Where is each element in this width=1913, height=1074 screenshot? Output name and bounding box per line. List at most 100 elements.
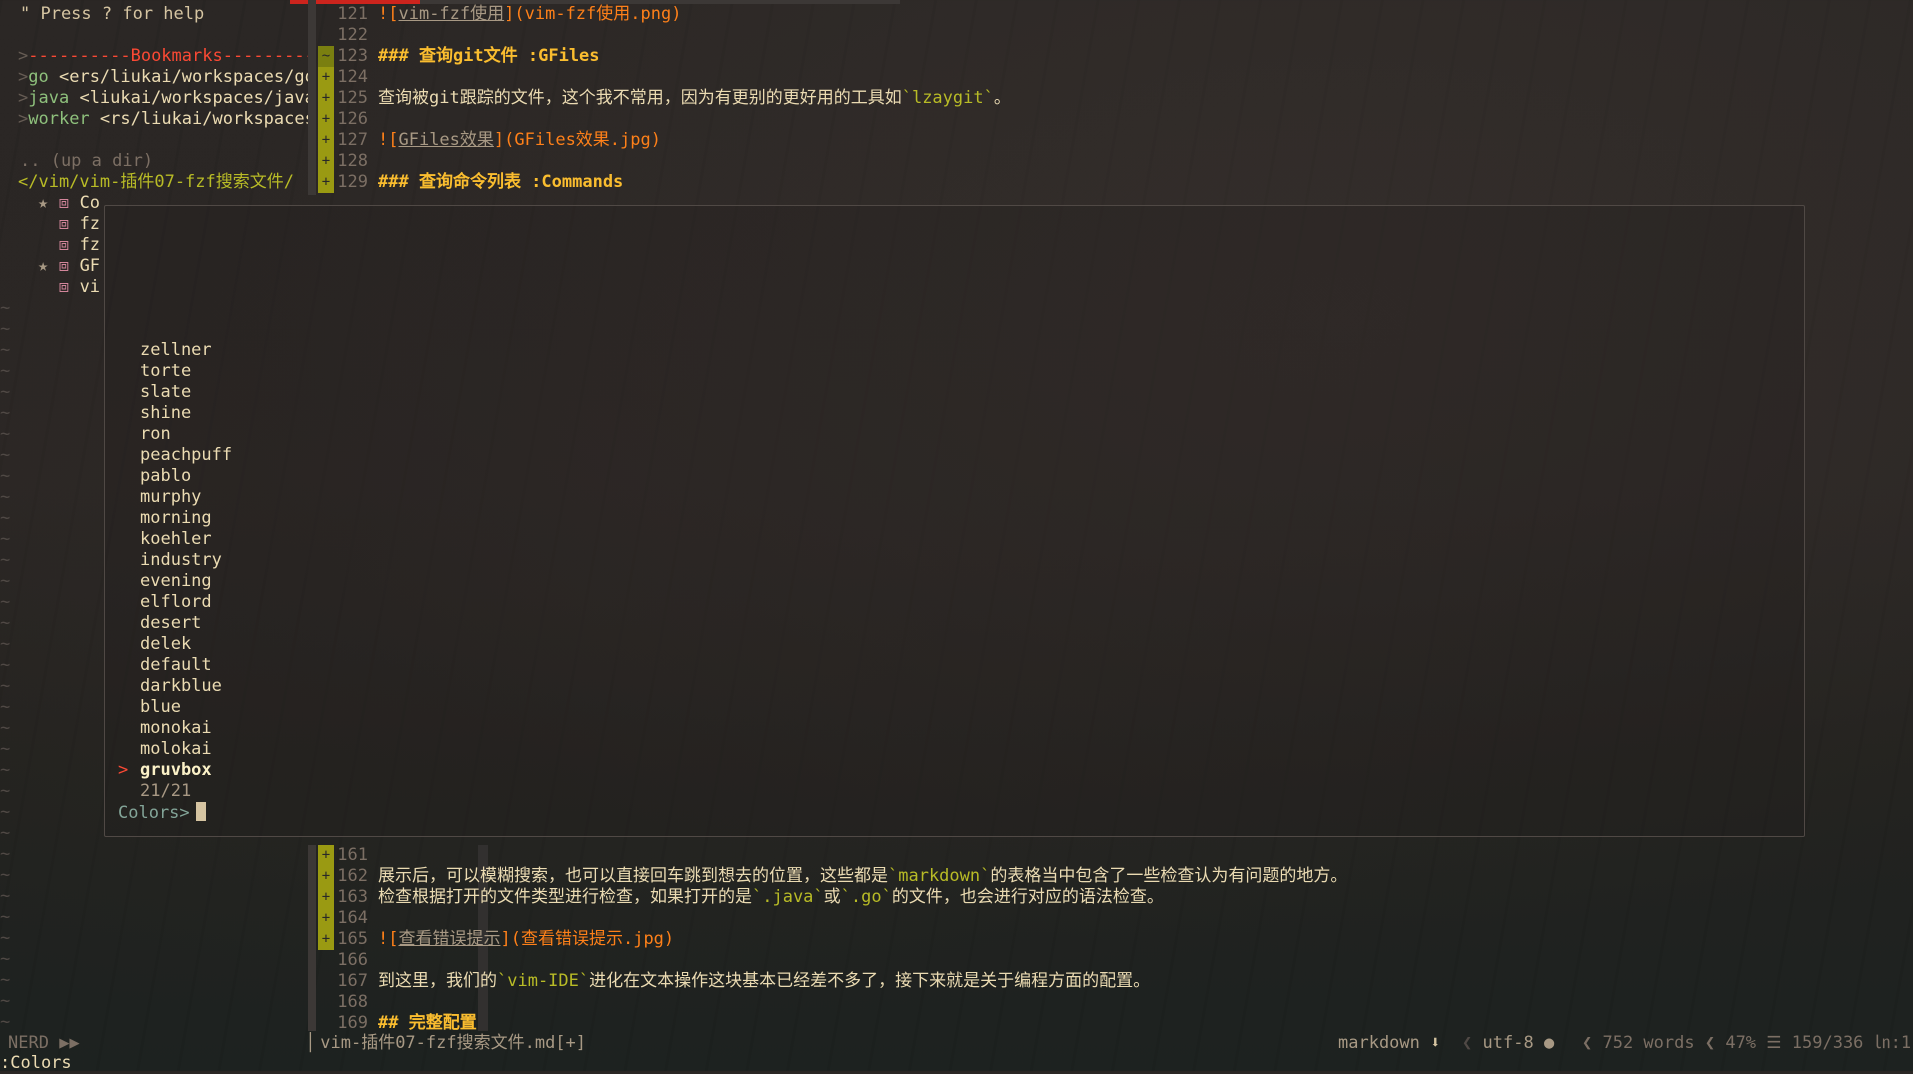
line-number: 122: [337, 25, 368, 45]
empty-line-tilde: ~: [0, 676, 11, 696]
empty-line-tilde: ~: [0, 466, 11, 486]
fzf-result-item[interactable]: industry: [140, 550, 222, 571]
text-span: 的表格当中包含了一些检查认为有问题的地方。: [990, 866, 1348, 886]
text-span: ### 查询git文件 :GFiles: [378, 46, 600, 66]
empty-line-tilde: ~: [0, 655, 11, 675]
empty-line-tilde: ~: [0, 697, 11, 717]
tree-item[interactable]: ★ ⧈ Co: [38, 193, 100, 214]
empty-line-tilde: ~: [0, 403, 11, 423]
fzf-result-item[interactable]: default: [140, 655, 212, 676]
line-text[interactable]: ![查看错误提示](查看错误提示.jpg): [378, 929, 674, 950]
empty-line-tilde: ~: [0, 802, 11, 822]
line-text[interactable]: ![GFiles效果](GFiles效果.jpg): [378, 130, 661, 151]
tree-item[interactable]: ⧈ fz: [38, 214, 101, 235]
tree-item[interactable]: ⧈ fz: [38, 235, 101, 256]
bookmark-item[interactable]: >java <liukai/workspaces/java: [18, 88, 315, 109]
fzf-result-item[interactable]: torte: [140, 361, 191, 382]
text-span: 检查根据打开的文件类型进行检查，如果打开的是: [378, 887, 752, 907]
statusline-mode: NERD ▶▶: [8, 1033, 80, 1053]
text-span: 进化在文本操作这块基本已经差不多了，接下来就是关于编程方面的配置。: [589, 971, 1151, 991]
fzf-result-item[interactable]: peachpuff: [140, 445, 232, 466]
text-span: `markdown`: [888, 866, 991, 886]
empty-line-tilde: ~: [0, 571, 11, 591]
text-span: `.go`: [840, 887, 892, 907]
bookmark-item[interactable]: >go <ers/liukai/workspaces/go: [18, 67, 315, 88]
fzf-pointer-icon: >: [118, 760, 129, 780]
line-number: 126: [337, 109, 368, 129]
empty-line-tilde: ~: [0, 298, 11, 318]
apple-icon: ●: [1543, 1033, 1555, 1053]
line-text[interactable]: 检查根据打开的文件类型进行检查，如果打开的是`.java`或`.go`的文件，也…: [378, 887, 1164, 908]
fzf-prompt[interactable]: Colors>: [118, 802, 206, 824]
empty-line-tilde: ~: [0, 361, 11, 381]
statusline-file: ▏vim-插件07-fzf搜索文件.md[+]: [310, 1033, 587, 1053]
line-number: 121: [337, 4, 368, 24]
fzf-result-item[interactable]: monokai: [140, 718, 212, 739]
line-number: 125: [337, 88, 368, 108]
line-text[interactable]: 到这里，我们的`vim-IDE`进化在文本操作这块基本已经差不多了，接下来就是关…: [378, 971, 1150, 992]
text-span: `vim-IDE`: [497, 971, 590, 991]
fzf-result-item[interactable]: shine: [140, 403, 191, 424]
text-span: 。: [993, 88, 1011, 108]
fzf-result-item[interactable]: molokai: [140, 739, 212, 760]
statusline-info: ❮ 752 words ❮ 47% ☰ 159/336 ㏑:11: [1582, 1033, 1913, 1053]
text-span: 或: [823, 887, 841, 907]
line-text[interactable]: ![vim-fzf使用](vim-fzf使用.png): [378, 4, 681, 25]
line-number: 128: [337, 151, 368, 171]
empty-line-tilde: ~: [0, 487, 11, 507]
empty-line-tilde: ~: [0, 928, 11, 948]
fzf-result-item[interactable]: desert: [140, 613, 201, 634]
empty-line-tilde: ~: [0, 592, 11, 612]
empty-line-tilde: ~: [0, 529, 11, 549]
fzf-result-item[interactable]: gruvbox: [140, 760, 212, 781]
text-span: 到这里，我们的: [378, 971, 497, 991]
window-separator: [308, 0, 316, 195]
line-text[interactable]: ### 查询git文件 :GFiles: [378, 46, 600, 67]
line-number: 129: [337, 172, 368, 192]
tree-item[interactable]: ⧈ vi: [38, 277, 101, 298]
empty-line-tilde: ~: [0, 424, 11, 444]
empty-line-tilde: ~: [0, 382, 11, 402]
fzf-cursor: [195, 802, 206, 821]
statusline-filetype: markdown ⬇: [1338, 1033, 1441, 1053]
text-span: (vim-fzf使用.png): [514, 4, 682, 24]
empty-line-tilde: ~: [0, 613, 11, 633]
empty-line-tilde: ~: [0, 718, 11, 738]
line-text[interactable]: 查询被git跟踪的文件，这个我不常用，因为有更别的更好用的工具如`lzaygit…: [378, 88, 1011, 109]
fzf-result-item[interactable]: delek: [140, 634, 191, 655]
fzf-result-item[interactable]: morning: [140, 508, 212, 529]
fzf-result-item[interactable]: zellner: [140, 340, 212, 361]
statusline-encoding: ❮ utf-8 ●: [1462, 1033, 1555, 1053]
window-separator: [308, 845, 316, 1031]
tree-item[interactable]: ★ ⧈ GF: [38, 256, 100, 277]
empty-line-tilde: ~: [0, 970, 11, 990]
line-text[interactable]: ### 查询命令列表 :Commands: [378, 172, 623, 193]
fzf-prompt-label: Colors>: [118, 803, 190, 823]
fzf-result-item[interactable]: evening: [140, 571, 212, 592]
fzf-result-item[interactable]: murphy: [140, 487, 201, 508]
text-span: ## 完整配置: [378, 1013, 477, 1033]
fzf-result-item[interactable]: darkblue: [140, 676, 222, 697]
line-text[interactable]: 展示后，可以模糊搜索，也可以直接回车跳到想去的位置，这些都是`markdown`…: [378, 866, 1347, 887]
fzf-popup[interactable]: zellner torte slate shine ron peachpuff pablo m…: [104, 205, 1805, 837]
text-span: 的文件，也会进行对应的语法检查。: [891, 887, 1164, 907]
empty-line-tilde: ~: [0, 823, 11, 843]
line-number: 163: [337, 887, 368, 907]
line-number: 123: [337, 46, 368, 66]
empty-line-tilde: ~: [0, 319, 11, 339]
nerdtree-up-dir[interactable]: .. (up a dir): [20, 151, 153, 172]
nerdtree-bookmarks-header: >----------Bookmarks---------: [18, 46, 315, 66]
fzf-result-item[interactable]: ron: [140, 424, 171, 445]
bookmark-item[interactable]: >worker <rs/liukai/workspaces: [18, 109, 315, 130]
line-number: 127: [337, 130, 368, 150]
fzf-result-item[interactable]: elflord: [140, 592, 212, 613]
fzf-result-item[interactable]: koehler: [140, 529, 212, 550]
nerdtree-cwd: </vim/vim-插件07-fzf搜索文件/: [18, 172, 294, 192]
empty-line-tilde: ~: [0, 760, 11, 780]
line-number: 161: [337, 845, 368, 865]
line-number: 168: [337, 992, 368, 1012]
empty-line-tilde: ~: [0, 907, 11, 927]
fzf-result-item[interactable]: slate: [140, 382, 191, 403]
fzf-result-item[interactable]: pablo: [140, 466, 191, 487]
fzf-result-item[interactable]: blue: [140, 697, 181, 718]
